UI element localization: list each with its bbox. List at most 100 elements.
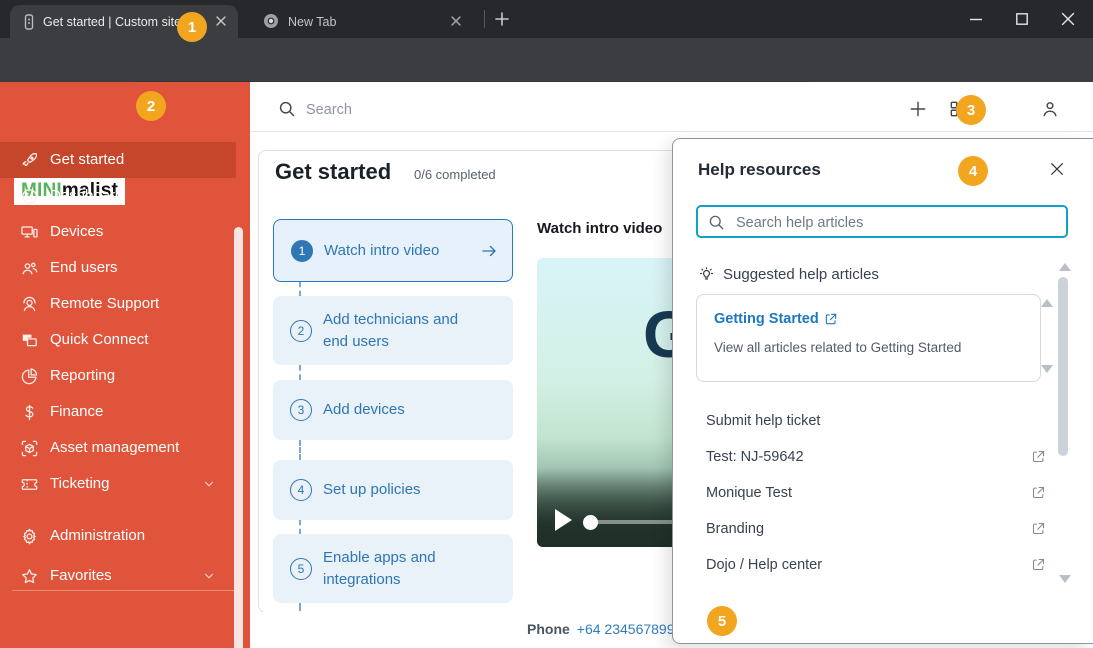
sidebar-item-administration[interactable]: Administration [0,518,236,554]
help-link-label: Submit help ticket [706,413,821,429]
sidebar-item-remote-support[interactable]: Remote Support [0,286,236,322]
sidebar-item-label: Asset management [50,439,180,456]
help-link-monique-test[interactable]: Monique Test [706,485,1046,507]
global-search-input[interactable] [304,96,688,124]
custom-site-favicon [22,14,36,30]
pie-chart-icon [19,366,39,386]
lightbulb-icon [697,265,716,284]
play-icon[interactable] [555,509,572,531]
panel-scroll-up-icon[interactable] [1059,263,1071,271]
browser-window: Get started | Custom site New Tab MINIma… [0,0,1093,648]
help-link-branding[interactable]: Branding [706,521,1046,543]
sidebar-scrollbar-thumb[interactable] [234,227,243,648]
sidebar-item-label: Devices [50,223,104,240]
cube-icon [19,438,39,458]
annotation-badge-5: 5 [707,606,737,636]
phone-link[interactable]: +64 234567899 [577,621,675,637]
suggested-articles-heading: Suggested help articles [697,265,879,284]
help-link-dojo-help-center[interactable]: Dojo / Help center [706,557,1046,579]
gauge-icon [19,186,39,206]
getting-started-link[interactable]: Getting Started [714,311,838,327]
article-description: View all articles related to Getting Sta… [714,340,962,355]
step-connector [299,603,301,611]
sidebar-item-devices[interactable]: Devices [0,214,236,250]
window-close-button[interactable] [1060,11,1076,27]
page-title: Get started [275,159,392,184]
users-icon [19,258,39,278]
step-number: 5 [290,558,312,580]
panel-scrollbar-thumb[interactable] [1058,277,1068,456]
tab-close-icon[interactable] [450,15,462,27]
dollar-icon [19,402,39,422]
help-link-test-ticket[interactable]: Test: NJ-59642 [706,449,1046,471]
windows-icon [19,330,39,350]
user-profile-icon[interactable] [1040,99,1060,119]
browser-tab-strip: Get started | Custom site New Tab [0,0,1093,38]
sidebar-item-end-users[interactable]: End users [0,250,236,286]
submit-help-ticket-link[interactable]: Submit help ticket [706,413,1046,435]
devices-icon [19,222,39,242]
external-link-icon [1031,521,1046,536]
browser-toolbar: examplee1.branding-qa6.rmmservice.ninja/… [0,38,1093,115]
step-number: 2 [290,320,312,342]
annotation-badge-4: 4 [958,156,988,186]
step-add-devices[interactable]: 3 Add devices [273,380,513,440]
video-progress-handle[interactable] [583,515,598,530]
sidebar-item-label: Remote Support [50,295,160,312]
add-plus-icon[interactable] [908,99,928,119]
sidebar-item-label: Get started [50,151,125,168]
help-link-label: Dojo / Help center [706,557,823,573]
step-set-up-policies[interactable]: 4 Set up policies [273,460,513,520]
maximize-button[interactable] [1014,11,1030,27]
sidebar-item-label: End users [50,259,118,276]
video-heading: Watch intro video [537,220,663,237]
step-label: Add technicians and end users [323,311,459,350]
step-enable-apps[interactable]: 5 Enable apps and integrations [273,534,513,603]
sidebar-item-asset-management[interactable]: Asset management [0,430,236,466]
help-search-input[interactable] [734,210,1058,235]
annotation-badge-1: 1 [177,12,207,42]
step-watch-intro-video[interactable]: 1 Watch intro video [273,219,513,282]
step-number: 4 [290,479,312,501]
close-icon[interactable] [1049,161,1065,177]
step-connector [299,520,301,534]
help-search-box[interactable] [696,205,1068,238]
ticket-icon [19,474,39,494]
sidebar-item-get-started[interactable]: Get started [0,142,236,178]
external-link-icon [1031,557,1046,572]
sidebar-item-favorites[interactable]: Favorites [0,558,236,594]
sidebar-item-reporting[interactable]: Reporting [0,358,236,394]
gear-icon [19,526,39,546]
headset-icon [19,294,39,314]
card-scroll-down-icon[interactable] [1041,365,1053,373]
tab-title: New Tab [288,15,337,29]
suggested-article-card: Getting Started View all articles relate… [696,294,1041,382]
sidebar-item-dashboard[interactable]: Dashboard [0,178,236,214]
sidebar-item-quick-connect[interactable]: Quick Connect [0,322,236,358]
sidebar-item-finance[interactable]: Finance [0,394,236,430]
step-connector [299,365,301,380]
star-icon [19,566,39,586]
card-scroll-up-icon[interactable] [1041,299,1053,307]
step-label: Enable apps and integrations [323,549,436,588]
step-number: 3 [290,399,312,421]
external-link-icon [1031,449,1046,464]
panel-scroll-down-icon[interactable] [1059,575,1071,583]
sidebar-item-label: Quick Connect [50,331,149,348]
tab-new-tab[interactable]: New Tab [250,5,476,38]
search-icon [277,99,296,118]
help-link-label: Monique Test [706,485,792,501]
tab-close-icon[interactable] [215,15,227,27]
sidebar: MINImalist Get started Dashboard Devices… [0,82,250,648]
tab-separator [484,10,485,28]
sidebar-item-ticketing[interactable]: Ticketing [0,466,236,502]
step-add-technicians[interactable]: 2 Add technicians and end users [273,296,513,365]
annotation-badge-3: 3 [956,95,986,125]
external-link-icon [1031,485,1046,500]
new-tab-button[interactable] [494,11,510,27]
sidebar-item-label: Dashboard [50,187,124,204]
sidebar-item-label: Finance [50,403,104,420]
minimize-button[interactable] [968,11,984,27]
step-label: Set up policies [323,481,421,498]
search-icon [707,213,725,231]
